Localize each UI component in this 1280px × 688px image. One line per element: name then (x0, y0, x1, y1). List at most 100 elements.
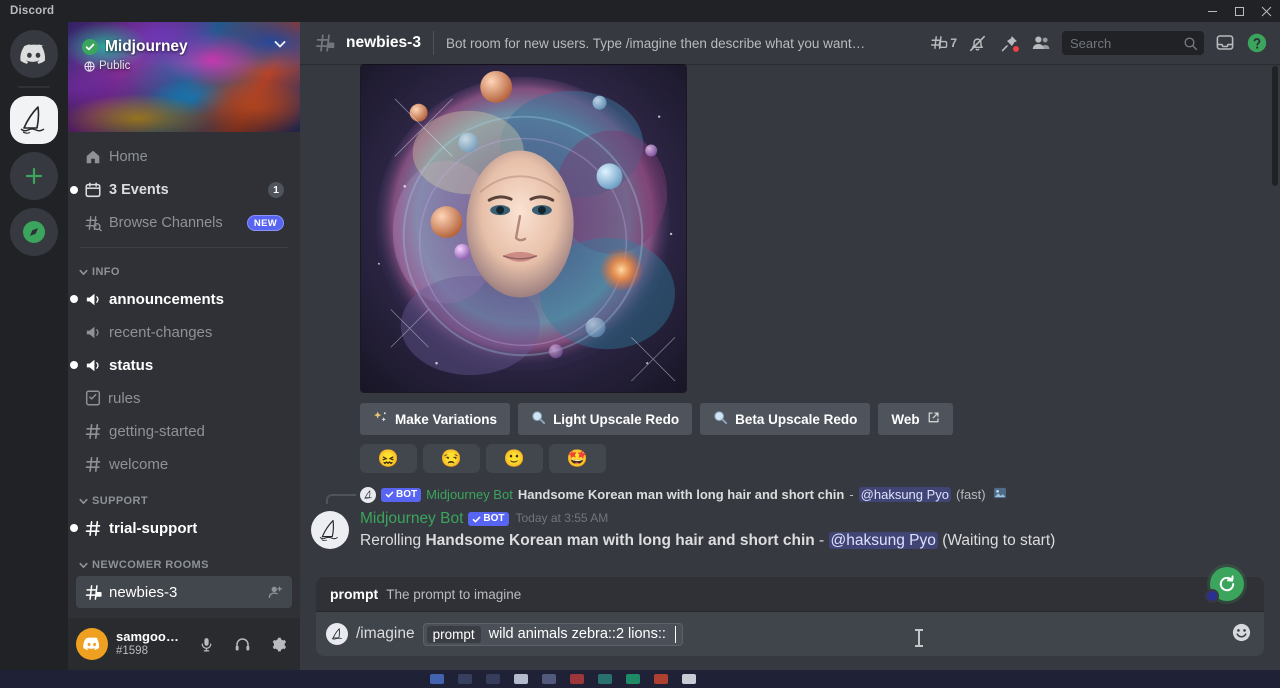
channel-label: trial-support (109, 519, 198, 537)
reaction-button[interactable]: 😖 (360, 444, 417, 473)
sidebar-item-announcements[interactable]: announcements (70, 283, 292, 315)
discord-logo-icon (83, 637, 100, 651)
message-reactions: 😖 😒 🙂 🤩 (360, 444, 1280, 473)
generated-image[interactable] (360, 64, 687, 393)
autocomplete-row[interactable]: prompt The prompt to imagine (330, 586, 1250, 602)
channel-title: newbies-3 (346, 34, 421, 51)
sidebar-item-rules[interactable]: rules (76, 382, 292, 414)
inbox-button[interactable] (1210, 28, 1240, 58)
explore-servers-button[interactable] (10, 208, 58, 256)
close-button[interactable] (1253, 0, 1280, 22)
light-upscale-redo-button[interactable]: Light Upscale Redo (518, 403, 693, 435)
reply-mention[interactable]: @haksung Pyo (858, 487, 952, 502)
gear-icon (272, 637, 286, 651)
category-info[interactable]: INFO (68, 252, 300, 282)
sidebar-item-status[interactable]: status (70, 349, 292, 381)
taskbar-icon[interactable] (542, 674, 556, 684)
category-label: NEWCOMER ROOMS (92, 559, 209, 571)
reroll-status-indicator[interactable] (1205, 567, 1244, 603)
taskbar-icon[interactable] (486, 674, 500, 684)
web-button[interactable]: Web (878, 403, 953, 435)
plus-icon (25, 167, 43, 185)
channel-label: announcements (109, 290, 225, 308)
announcement-channel-icon (86, 326, 99, 338)
mute-button[interactable] (192, 630, 220, 658)
create-invite-icon[interactable] (268, 584, 284, 600)
bot-badge-label: BOT (396, 488, 418, 500)
sidebar-item-newbies-3[interactable]: newbies-3 (76, 576, 292, 608)
deafen-button[interactable] (228, 630, 256, 658)
user-settings-button[interactable] (264, 630, 292, 658)
rail-divider (18, 86, 50, 88)
reply-preview[interactable]: BOT Midjourney Bot Handsome Korean man w… (326, 486, 1280, 504)
help-button[interactable] (1242, 28, 1272, 58)
avatar[interactable] (311, 511, 349, 549)
pinned-messages-button[interactable] (994, 28, 1024, 58)
threads-button[interactable]: 7 (926, 28, 960, 58)
make-variations-button[interactable]: Make Variations (360, 403, 511, 435)
message-mention[interactable]: @haksung Pyo (828, 532, 938, 550)
beta-upscale-redo-button[interactable]: Beta Upscale Redo (700, 403, 871, 435)
taskbar-icon[interactable] (626, 674, 640, 684)
sidebar-item-getting-started[interactable]: getting-started (76, 415, 292, 447)
avatar[interactable] (76, 628, 108, 660)
message-list[interactable]: Make Variations Light Upscale Redo Beta … (300, 64, 1280, 577)
message-input[interactable]: /imagine prompt wild animals zebra::2 li… (316, 612, 1264, 656)
sidebar-item-welcome[interactable]: welcome (76, 448, 292, 480)
sidebar-item-browse-channels[interactable]: Browse Channels NEW (76, 207, 292, 239)
image-icon (993, 486, 1007, 503)
category-label: SUPPORT (92, 495, 148, 507)
reaction-button[interactable]: 🙂 (486, 444, 543, 473)
sidebar-item-events[interactable]: 3 Events 1 (70, 174, 292, 206)
emoji-picker-button[interactable] (1231, 622, 1252, 647)
sidebar-item-newbies-33[interactable]: newbies-33 (76, 609, 292, 618)
reaction-button[interactable]: 😒 (423, 444, 480, 473)
autocomplete-description: The prompt to imagine (386, 587, 522, 602)
member-list-button[interactable] (1026, 28, 1056, 58)
sidebar-item-label: Home (109, 149, 148, 165)
taskbar-icon[interactable] (682, 674, 696, 684)
button-label: Web (891, 411, 920, 427)
window-titlebar: Discord (0, 0, 1280, 22)
server-header[interactable]: Midjourney (68, 22, 300, 57)
taskbar-icon[interactable] (430, 674, 444, 684)
message-content: Rerolling Handsome Korean man with long … (360, 530, 1260, 551)
reply-author[interactable]: Midjourney Bot (426, 487, 513, 502)
sidebar-item-trial-support[interactable]: trial-support (70, 512, 292, 544)
button-label: Light Upscale Redo (553, 411, 680, 427)
minimize-button[interactable] (1199, 0, 1226, 22)
user-identity[interactable]: samgoodw... #1598 (116, 630, 184, 658)
command-option-pill[interactable]: prompt wild animals zebra::2 lions:: (422, 622, 683, 646)
taskbar-icon[interactable] (514, 674, 528, 684)
add-server-button[interactable] (10, 152, 58, 200)
server-banner[interactable]: Midjourney Public (68, 22, 300, 132)
server-icon-midjourney[interactable] (10, 96, 58, 144)
category-support[interactable]: SUPPORT (68, 481, 300, 511)
reaction-button[interactable]: 🤩 (549, 444, 606, 473)
verified-badge-icon (82, 38, 98, 55)
sparkles-icon (373, 410, 388, 428)
bot-badge-label: BOT (483, 513, 505, 525)
taskbar-icon[interactable] (458, 674, 472, 684)
taskbar-icon[interactable] (598, 674, 612, 684)
taskbar-icon[interactable] (654, 674, 668, 684)
sidebar-divider (80, 247, 288, 248)
maximize-button[interactable] (1226, 0, 1253, 22)
chevron-down-icon (79, 562, 88, 568)
message-text-prefix: Rerolling (360, 532, 426, 550)
category-newcomer-rooms[interactable]: NEWCOMER ROOMS (68, 545, 300, 575)
pin-unread-dot (1012, 45, 1020, 53)
sidebar-item-home[interactable]: Home (76, 141, 292, 173)
message-author[interactable]: Midjourney Bot (360, 509, 463, 529)
search-input[interactable]: Search (1062, 31, 1204, 55)
calendar-icon (85, 182, 101, 198)
server-privacy-label: Public (99, 60, 131, 72)
channel-topic[interactable]: Bot room for new users. Type /imagine th… (446, 36, 866, 51)
discord-logo-icon (20, 43, 46, 64)
server-icon-home[interactable] (10, 30, 58, 78)
chevron-down-icon[interactable] (272, 36, 288, 57)
sidebar-item-recent-changes[interactable]: recent-changes (76, 316, 292, 348)
notification-settings-button[interactable] (962, 28, 992, 58)
message-scrollbar[interactable] (1272, 66, 1278, 186)
taskbar-icon[interactable] (570, 674, 584, 684)
